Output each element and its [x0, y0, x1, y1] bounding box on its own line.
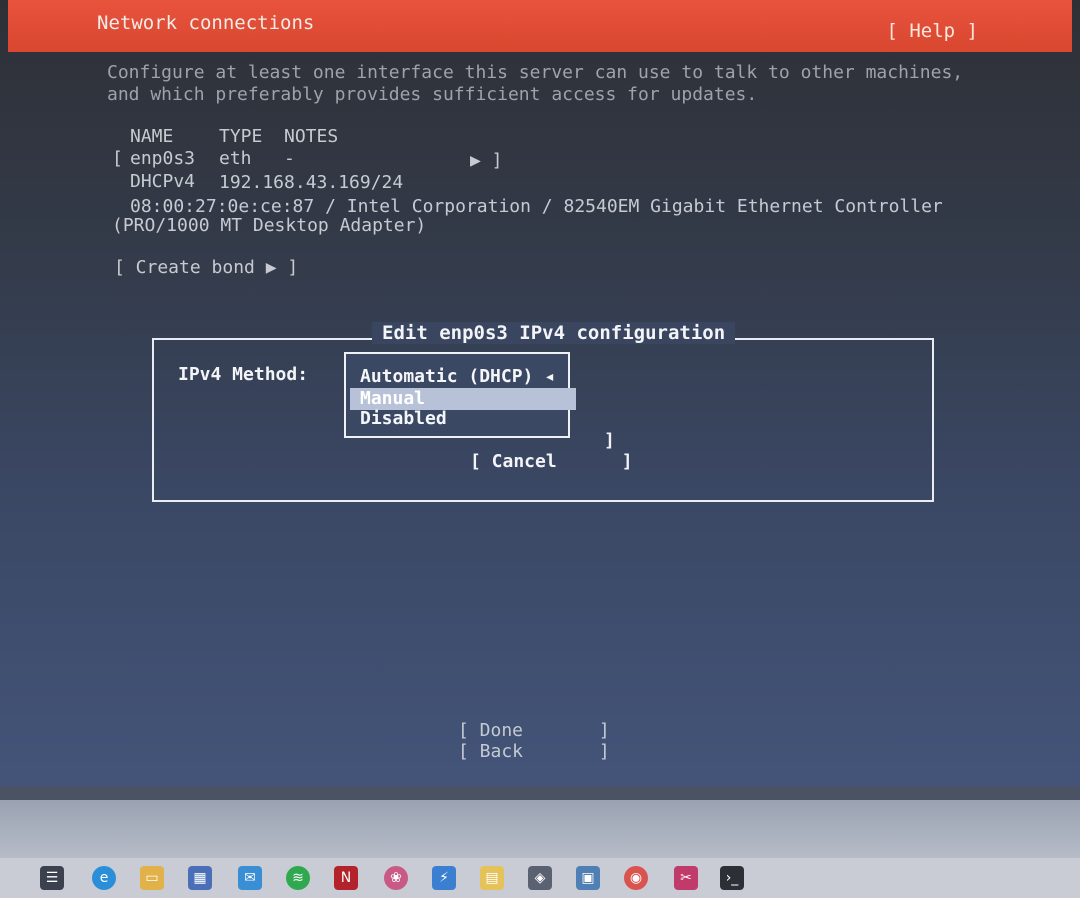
monitor-bezel — [0, 786, 1080, 800]
chrome-icon[interactable]: ◉ — [624, 866, 648, 890]
interface-adapter: (PRO/1000 MT Desktop Adapter) — [112, 215, 427, 236]
interface-notes: - — [284, 148, 295, 169]
intro-line-1: Configure at least one interface this se… — [107, 62, 964, 83]
option-manual[interactable]: Manual — [350, 388, 576, 410]
interface-name: enp0s3 — [130, 148, 196, 169]
cancel-button[interactable]: [ Cancel ] — [470, 451, 633, 472]
interface-type: eth — [219, 148, 252, 169]
file-explorer-icon[interactable]: ▭ — [140, 866, 164, 890]
dialog-title: Edit enp0s3 IPv4 configuration — [372, 322, 736, 344]
monitor-stand-area — [0, 800, 1080, 858]
spotify-icon[interactable]: ≋ — [286, 866, 310, 890]
intro-line-2: and which preferably provides sufficient… — [107, 84, 758, 105]
column-header-name: NAME — [130, 126, 174, 147]
photos-icon[interactable]: ❀ — [384, 866, 408, 890]
page-title: Network connections — [97, 12, 315, 34]
option-automatic-dhcp[interactable]: Automatic (DHCP) ◂ — [360, 366, 555, 387]
mail-icon[interactable]: ✉ — [238, 866, 262, 890]
save-button-bracket[interactable]: ] — [604, 430, 615, 451]
ipv4-method-dropdown[interactable]: Automatic (DHCP) ◂ Manual Disabled — [344, 352, 576, 438]
ipv4-method-label: IPv4 Method: — [178, 364, 309, 385]
dhcp-label: DHCPv4 — [130, 171, 196, 192]
create-bond-button[interactable]: [ Create bond ▶ ] — [114, 257, 298, 279]
terminal-icon[interactable]: ›_ — [720, 866, 744, 890]
task-view-icon[interactable]: ☰ — [40, 866, 64, 890]
column-header-notes: NOTES — [284, 126, 339, 147]
back-button[interactable]: [ Back ] — [458, 741, 610, 762]
row-open-bracket: [ — [112, 148, 123, 169]
notes-icon[interactable]: ▤ — [480, 866, 504, 890]
monitor-screen: Network connections [ Help ] Configure a… — [0, 0, 1080, 800]
option-disabled[interactable]: Disabled — [360, 408, 447, 429]
column-header-type: TYPE — [219, 126, 263, 147]
store-icon[interactable]: ▦ — [188, 866, 212, 890]
3d-viewer-icon[interactable]: ◈ — [528, 866, 552, 890]
netflix-icon[interactable]: N — [334, 866, 358, 890]
snip-icon[interactable]: ✂ — [674, 866, 698, 890]
edge-icon[interactable]: e — [92, 866, 116, 890]
dhcp-address: 192.168.43.169/24 — [219, 172, 404, 193]
remote-desktop-icon[interactable]: ▣ — [576, 866, 600, 890]
app-icon[interactable]: ⚡ — [432, 866, 456, 890]
interface-menu-arrow[interactable]: ▶ ] — [470, 150, 503, 172]
done-button[interactable]: [ Done ] — [458, 720, 610, 741]
help-button[interactable]: [ Help ] — [886, 20, 978, 42]
